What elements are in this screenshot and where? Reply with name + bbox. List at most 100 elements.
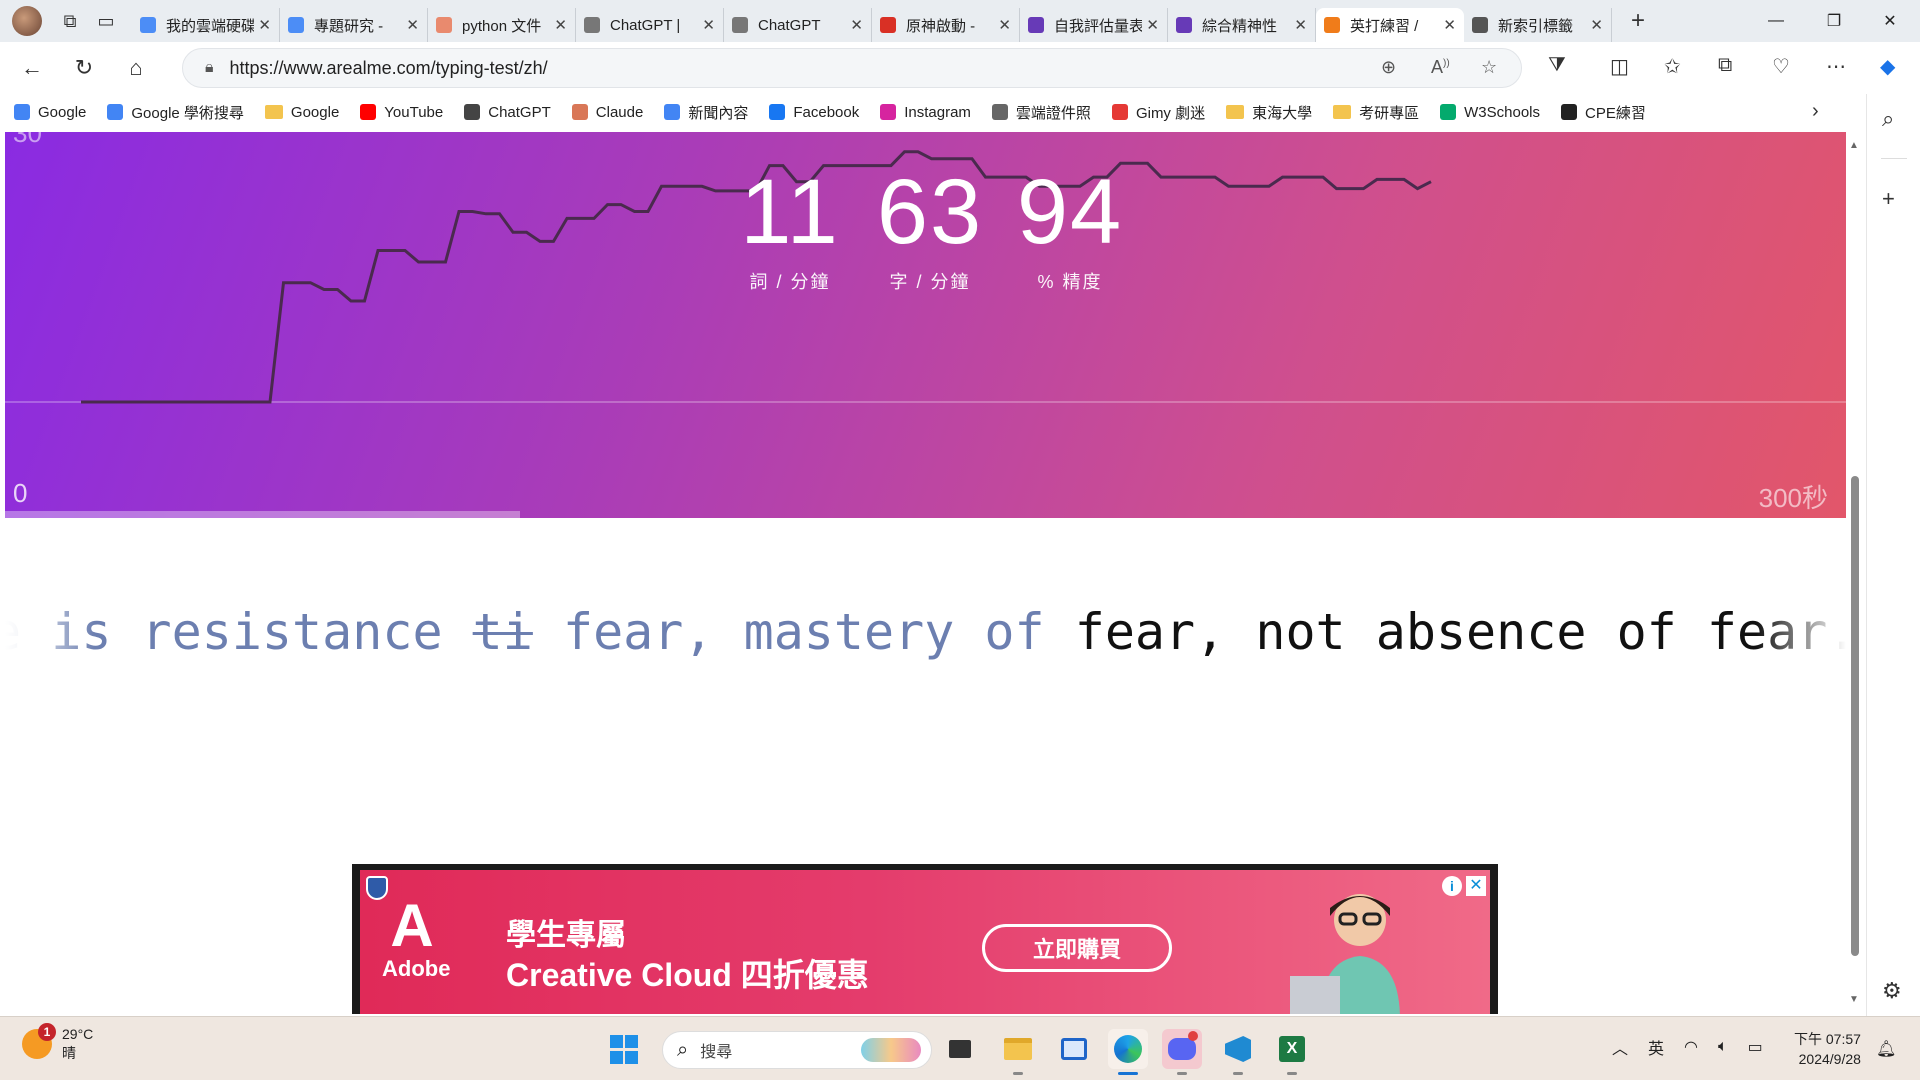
back-button[interactable]: ← <box>12 48 52 88</box>
remote-desktop-icon[interactable] <box>1054 1029 1094 1069</box>
split-screen-icon[interactable]: ◫ <box>1610 54 1629 79</box>
bookmark-item[interactable]: 新聞內容 <box>664 102 748 123</box>
minimize-button[interactable]: — <box>1748 0 1804 42</box>
ime-indicator[interactable]: 英 <box>1648 1035 1664 1059</box>
tab-close-icon[interactable]: ✕ <box>850 16 863 34</box>
scroll-up-arrow-icon[interactable]: ▲ <box>1849 140 1859 151</box>
browser-tab[interactable]: 新索引標籤 ✕ <box>1464 8 1612 42</box>
ad-close-icon[interactable]: ✕ <box>1466 876 1486 896</box>
tab-close-icon[interactable]: ✕ <box>1590 16 1603 34</box>
tab-close-icon[interactable]: ✕ <box>1146 16 1159 34</box>
wifi-icon[interactable]: ◠ <box>1684 1037 1698 1057</box>
vscode-icon[interactable] <box>1218 1029 1258 1075</box>
bookmark-label: YouTube <box>384 103 444 121</box>
tab-close-icon[interactable]: ✕ <box>1294 16 1307 34</box>
refresh-button[interactable]: ↻ <box>64 48 104 88</box>
browser-tab[interactable]: ChatGPT ✕ <box>724 8 872 42</box>
battery-icon[interactable]: ▭ <box>1748 1037 1763 1057</box>
typing-text-line[interactable]: e is resistance ti fear, mastery of fear… <box>5 592 1846 672</box>
lock-icon[interactable]: 🔒︎ <box>205 59 214 77</box>
browser-tab[interactable]: 綜合精神性 ✕ <box>1168 8 1316 42</box>
tab-close-icon[interactable]: ✕ <box>406 16 419 34</box>
left-fade <box>5 592 95 672</box>
file-explorer-icon[interactable] <box>998 1029 1038 1075</box>
bookmark-item[interactable]: 考研專區 <box>1333 102 1419 123</box>
url-text[interactable]: https://www.arealme.com/typing-test/zh/ <box>230 58 548 79</box>
add-sidebar-app-icon[interactable]: + <box>1882 186 1895 212</box>
collections-icon[interactable]: ⧉ <box>1718 54 1732 77</box>
bookmark-item[interactable]: 雲端證件照 <box>991 102 1091 123</box>
browser-tab[interactable]: python 文件 ✕ <box>428 8 576 42</box>
tab-close-icon[interactable]: ✕ <box>258 16 271 34</box>
bookmarks-overflow-chevron-icon[interactable]: › <box>1812 100 1819 123</box>
clock-time: 下午 07:57 <box>1794 1031 1861 1047</box>
bookmark-label: Google 學術搜尋 <box>131 104 244 122</box>
close-window-button[interactable]: ✕ <box>1862 0 1918 42</box>
youtube-icon <box>360 104 377 120</box>
start-button[interactable] <box>608 1033 640 1065</box>
profile-avatar[interactable] <box>12 6 42 36</box>
tab-close-icon[interactable]: ✕ <box>702 16 715 34</box>
scroll-thumb[interactable] <box>1851 476 1859 956</box>
folder-icon <box>1333 105 1352 119</box>
ad-subheadline: Creative Cloud 四折優惠 <box>506 957 869 993</box>
bookmark-item[interactable]: Gimy 劇迷 <box>1111 102 1205 123</box>
browser-tab[interactable]: 英打練習 / ✕ <box>1316 8 1464 42</box>
favorites-icon[interactable]: ✩ <box>1664 54 1681 79</box>
browser-tab[interactable]: 自我評估量表 ✕ <box>1020 8 1168 42</box>
extensions-icon[interactable]: ⧩ <box>1548 54 1566 77</box>
weather-widget[interactable]: 1 29°C 晴 <box>22 1023 93 1063</box>
settings-gear-icon[interactable]: ⚙ <box>1882 978 1902 1004</box>
browser-tab[interactable]: 原神啟動 - ✕ <box>872 8 1020 42</box>
tab-close-icon[interactable]: ✕ <box>998 16 1011 34</box>
tab-close-icon[interactable]: ✕ <box>1443 16 1456 34</box>
discord-icon[interactable] <box>1162 1029 1202 1075</box>
task-view-icon[interactable] <box>940 1029 980 1069</box>
omnibox[interactable]: 🔒︎ https://www.arealme.com/typing-test/z… <box>182 48 1522 88</box>
tray-overflow-chevron-icon[interactable]: ︿ <box>1612 1035 1628 1059</box>
bookmark-item[interactable]: Claude <box>571 104 643 121</box>
bookmark-item[interactable]: Facebook <box>769 104 859 121</box>
search-icon[interactable]: ⌕ <box>1882 106 1894 132</box>
taskbar-search[interactable]: ⌕ 搜尋 <box>662 1031 932 1069</box>
bookmark-item[interactable]: W3Schools <box>1440 104 1540 121</box>
bookmark-item[interactable]: YouTube <box>360 104 443 121</box>
weather-condition: 晴 <box>62 1045 76 1061</box>
read-aloud-icon[interactable]: A)) <box>1431 57 1450 78</box>
bookmark-item[interactable]: Google <box>264 104 339 121</box>
edge-browser-icon[interactable] <box>1108 1029 1148 1075</box>
clock[interactable]: 下午 07:57 2024/9/28 <box>1794 1029 1861 1069</box>
browser-tab[interactable]: 專題研究 - ✕ <box>280 8 428 42</box>
bookmark-item[interactable]: 東海大學 <box>1226 102 1312 123</box>
scroll-down-arrow-icon[interactable]: ▼ <box>1849 994 1859 1005</box>
adobe-advertisement[interactable]: A Adobe 學生專屬 Creative Cloud 四折優惠 立即購買 i … <box>352 864 1498 1014</box>
zoom-icon[interactable]: ⊕ <box>1381 57 1396 78</box>
restore-button[interactable]: ❐ <box>1806 0 1862 42</box>
typed-correct-after: fear, mastery of <box>532 603 1045 661</box>
new-tab-button[interactable]: + <box>1620 7 1656 35</box>
ad-buy-now-button[interactable]: 立即購買 <box>982 924 1172 972</box>
bookmark-item[interactable]: CPE練習 <box>1561 102 1646 123</box>
notification-bell-icon[interactable]: 🔔︎ <box>1876 1039 1896 1059</box>
tab-close-icon[interactable]: ✕ <box>554 16 567 34</box>
copilot-icon[interactable]: ◆ <box>1880 54 1895 79</box>
workspaces-icon[interactable]: ⧉ <box>52 3 88 39</box>
ad-info-icon[interactable]: i <box>1442 876 1462 896</box>
page-scrollbar[interactable]: ▲ ▼ <box>1848 140 1862 1010</box>
more-menu-icon[interactable]: ⋯ <box>1826 54 1846 79</box>
favorite-star-icon[interactable]: ☆ <box>1481 57 1497 78</box>
bookmark-item[interactable]: Google <box>14 104 86 121</box>
volume-muted-icon[interactable]: 🔈︎ <box>1718 1038 1728 1056</box>
browser-tab[interactable]: 我的雲端硬碟 ✕ <box>132 8 280 42</box>
bookmark-label: W3Schools <box>1464 103 1541 121</box>
excel-icon[interactable]: X <box>1272 1029 1312 1075</box>
browser-tab[interactable]: ChatGPT | ✕ <box>576 8 724 42</box>
home-button[interactable]: ⌂ <box>116 48 156 88</box>
vertical-tabs-icon[interactable]: ▭ <box>88 3 124 39</box>
bookmark-item[interactable]: ChatGPT <box>464 104 551 121</box>
browser-essentials-icon[interactable]: ♡ <box>1772 54 1790 79</box>
chart-x-start-label: 0 <box>13 478 28 508</box>
bookmark-item[interactable]: Instagram <box>880 104 971 121</box>
bookmark-item[interactable]: Google 學術搜尋 <box>107 102 244 123</box>
forms-icon <box>1176 17 1192 33</box>
